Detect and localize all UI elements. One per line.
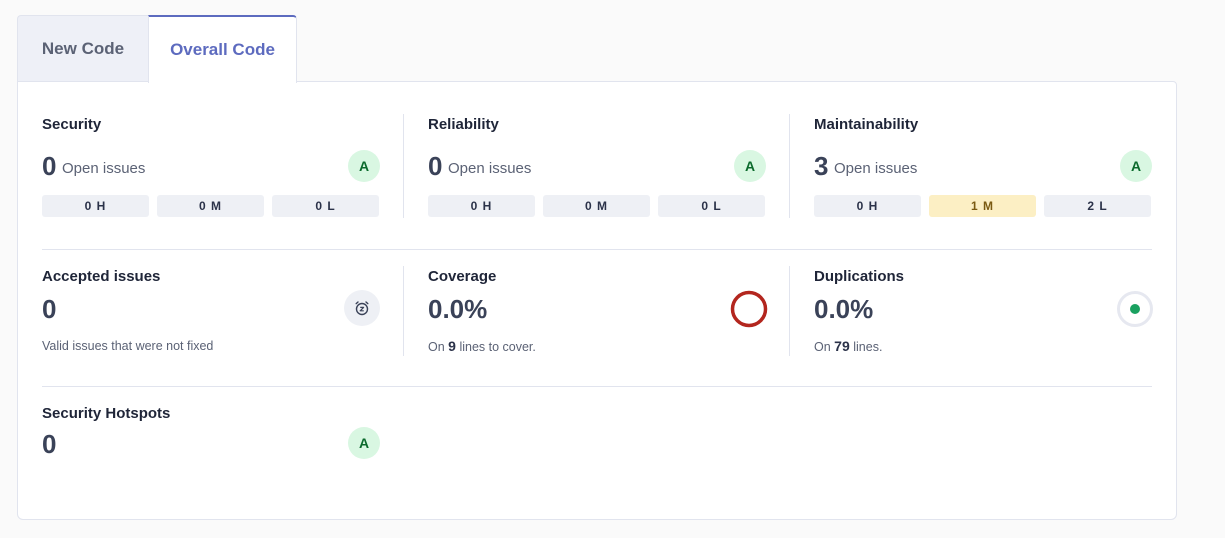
- coverage-subtitle: On 9 lines to cover.: [428, 338, 536, 354]
- accepted-issues-count[interactable]: 0: [42, 294, 56, 325]
- reliability-low-chip[interactable]: 0 L: [658, 195, 765, 217]
- accepted-issues-subtitle: Valid issues that were not fixed: [42, 339, 214, 353]
- maintainability-severity-row: 0 H 1 M 2 L: [814, 195, 1151, 217]
- duplications-subtitle: On 79 lines.: [814, 338, 882, 354]
- security-medium-chip[interactable]: 0 M: [157, 195, 264, 217]
- maintainability-low-chip[interactable]: 2 L: [1044, 195, 1151, 217]
- security-title: Security: [42, 116, 102, 133]
- divider: [403, 266, 404, 356]
- tab-overall-code[interactable]: Overall Code: [148, 15, 297, 83]
- maintainability-grade-badge[interactable]: A: [1120, 150, 1152, 182]
- divider: [789, 266, 790, 356]
- accepted-issues-icon-badge: [344, 290, 380, 326]
- coverage-lines-count: 9: [448, 338, 456, 354]
- duplications-lines-count: 79: [834, 338, 850, 354]
- coverage-sub-suffix: lines to cover.: [459, 340, 536, 354]
- coverage-title: Coverage: [428, 268, 497, 285]
- alarm-clock-icon: [355, 301, 369, 316]
- maintainability-count[interactable]: 3: [814, 151, 828, 182]
- reliability-medium-chip[interactable]: 0 M: [543, 195, 650, 217]
- security-count[interactable]: 0: [42, 151, 56, 182]
- reliability-title: Reliability: [428, 116, 499, 133]
- tab-new-code[interactable]: New Code: [17, 15, 148, 82]
- maintainability-open-label: Open issues: [834, 160, 918, 177]
- duplications-indicator-icon: [1117, 291, 1153, 327]
- reliability-high-chip[interactable]: 0 H: [428, 195, 535, 217]
- reliability-open-label: Open issues: [448, 160, 532, 177]
- security-open-label: Open issues: [62, 160, 146, 177]
- security-severity-row: 0 H 0 M 0 L: [42, 195, 379, 217]
- accepted-issues-title: Accepted issues: [42, 268, 161, 285]
- reliability-severity-row: 0 H 0 M 0 L: [428, 195, 765, 217]
- reliability-count[interactable]: 0: [428, 151, 442, 182]
- divider: [789, 114, 790, 218]
- security-hotspots-grade-badge[interactable]: A: [348, 427, 380, 459]
- duplications-sub-prefix: On: [814, 340, 831, 354]
- measures-panel: Security 0 Open issues A 0 H 0 M 0 L Rel…: [17, 81, 1177, 520]
- maintainability-high-chip[interactable]: 0 H: [814, 195, 921, 217]
- divider: [403, 114, 404, 218]
- row-divider: [42, 249, 1152, 250]
- maintainability-title: Maintainability: [814, 116, 919, 133]
- coverage-sub-prefix: On: [428, 340, 445, 354]
- duplications-sub-suffix: lines.: [853, 340, 883, 354]
- security-grade-badge[interactable]: A: [348, 150, 380, 182]
- reliability-grade-badge[interactable]: A: [734, 150, 766, 182]
- duplications-value[interactable]: 0.0%: [814, 294, 873, 325]
- maintainability-medium-chip[interactable]: 1 M: [929, 195, 1036, 217]
- security-hotspots-title: Security Hotspots: [42, 405, 171, 422]
- code-tabs: New Code Overall Code: [17, 15, 297, 83]
- coverage-ring-icon: [730, 290, 768, 328]
- duplications-title: Duplications: [814, 268, 905, 285]
- security-hotspots-count[interactable]: 0: [42, 429, 56, 460]
- security-low-chip[interactable]: 0 L: [272, 195, 379, 217]
- coverage-value[interactable]: 0.0%: [428, 294, 487, 325]
- security-high-chip[interactable]: 0 H: [42, 195, 149, 217]
- row-divider: [42, 386, 1152, 387]
